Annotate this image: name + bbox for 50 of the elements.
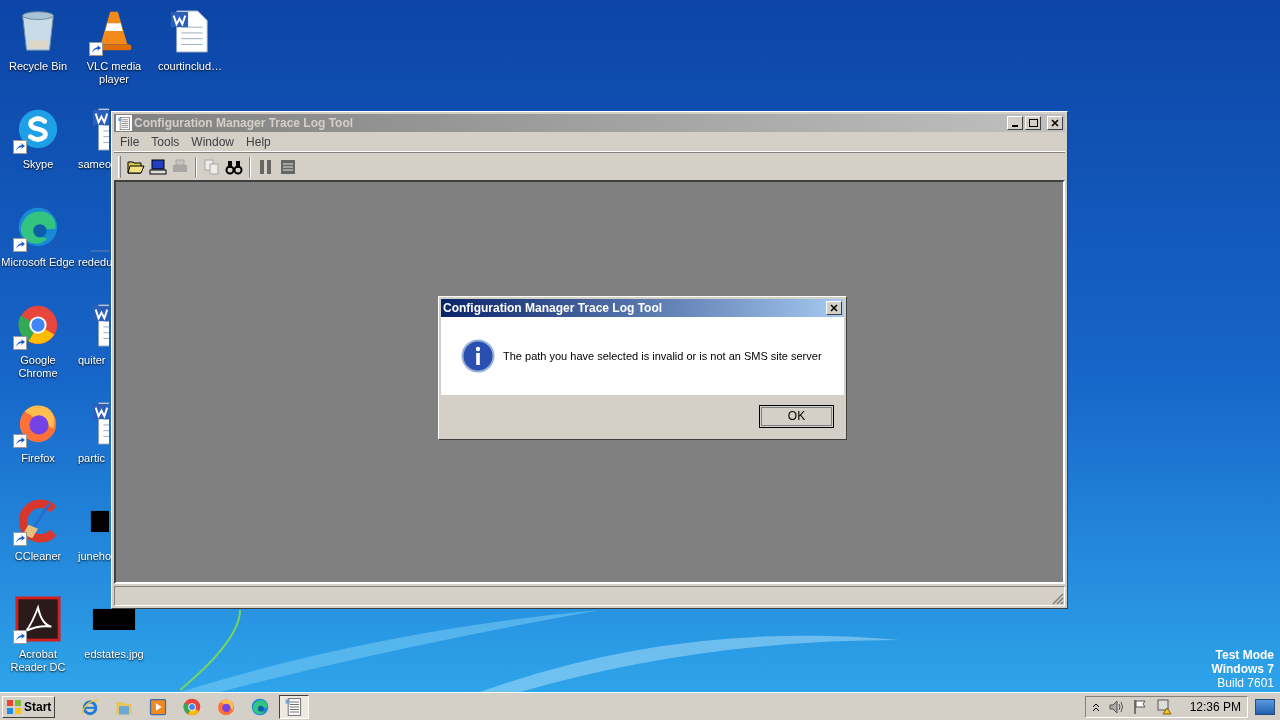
minimize-icon [1012,125,1018,127]
menu-item[interactable]: Help [240,132,277,151]
edge-logo-icon [250,696,271,717]
icon-label: VLC media player [85,60,143,86]
icon-label: Recycle Bin [7,60,69,73]
network-warning-icon[interactable] [1155,698,1172,715]
icon-label: partic [78,452,106,465]
start-button[interactable]: Start [2,695,56,718]
icon-label: Microsoft Edge [1,256,75,269]
icon-label: Google Chrome [17,354,59,380]
minimize-button[interactable] [1007,116,1023,130]
icon-label: edstates.jpg [83,648,145,661]
icon-label: sameo [78,158,110,171]
menu-item[interactable]: Window [185,132,241,151]
dialog-message: The path you have selected is invalid or is not an SMS site server [503,348,822,364]
maximize-button[interactable] [1025,116,1041,130]
maximize-icon [1028,118,1038,128]
resize-grip-icon[interactable] [1052,593,1064,605]
icon-label: CCleaner [13,550,63,563]
window-title: Configuration Manager Trace Log Tool [134,115,355,132]
icon-label: Skype [21,158,55,171]
log-window-icon [116,115,132,131]
os-notice-text: Windows 7 [1211,662,1274,676]
menu-item[interactable]: File [114,132,146,151]
icon-label: juneho [78,550,110,563]
icon-label: quiter [78,354,107,367]
icon-label: Acrobat Reader DC [9,648,67,674]
dialog-title: Configuration Manager Trace Log Tool [443,300,664,317]
chrome-logo-icon [182,696,203,717]
windows-logo-icon [6,698,22,715]
close-icon [1050,118,1060,128]
media-player-icon [148,696,169,717]
os-notice-text: Test Mode [1215,648,1274,662]
flag-icon[interactable] [1131,698,1148,715]
menu-item[interactable]: Tools [145,132,186,151]
os-notice-text: Build 7601 [1217,676,1274,690]
icon-label: courtinclud… [156,60,224,73]
taskbar-app-button[interactable] [279,694,310,719]
close-icon [829,303,839,313]
close-button[interactable] [1047,116,1063,130]
icon-label: Firefox [20,452,56,465]
firefox-logo-icon [216,696,237,717]
computer-icon[interactable] [149,157,167,176]
chevron-up-icon[interactable] [1091,701,1100,712]
list-icon[interactable] [279,157,297,176]
ok-button[interactable]: OK [759,404,834,428]
close-button[interactable] [826,301,842,315]
show-desktop-button[interactable] [1255,698,1275,715]
speaker-icon[interactable] [1107,698,1124,715]
info-icon [461,339,495,373]
